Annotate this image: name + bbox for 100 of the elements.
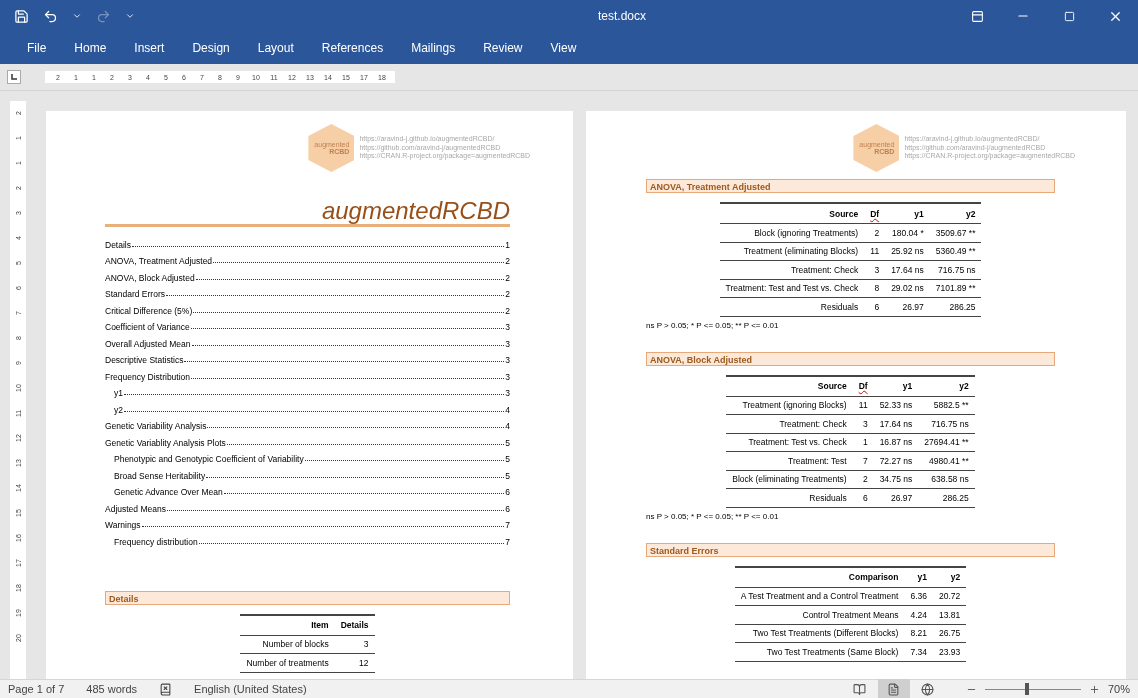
- table-cell: 29.02 ns: [885, 279, 930, 298]
- table-cell: 2: [852, 470, 874, 489]
- table-cell: 8: [864, 279, 886, 298]
- menu-tab[interactable]: File: [16, 37, 58, 59]
- toc-entry[interactable]: Broad Sense Heritability: [114, 470, 206, 481]
- table-cell: Two Test Treatments (Same Block): [734, 642, 905, 661]
- table-cell: 1: [852, 433, 874, 452]
- menu-tab[interactable]: View: [539, 37, 588, 59]
- toc-page-number: 2: [505, 256, 510, 267]
- column-header: y2: [929, 203, 982, 224]
- significance-note: ns P > 0.05; * P <= 0.05; ** P <= 0.01: [646, 511, 780, 521]
- table-cell: 2: [864, 223, 886, 242]
- toc-page-number: 4: [505, 404, 510, 415]
- table-cell: 286.25: [929, 297, 982, 316]
- column-header: Source: [726, 375, 853, 396]
- word-count[interactable]: 485 words: [86, 683, 138, 695]
- table-cell: 11: [852, 396, 874, 415]
- undo-icon[interactable]: [43, 8, 58, 24]
- document-title: augmentedRCBD: [105, 198, 510, 228]
- menu-tab[interactable]: Mailings: [400, 37, 467, 59]
- column-header: y2: [918, 375, 975, 396]
- table-cell: Residuals: [726, 488, 853, 507]
- menu-tab[interactable]: Home: [63, 37, 118, 59]
- table-cell: 638.58 ns: [918, 470, 975, 489]
- menu-tab[interactable]: References: [310, 37, 395, 59]
- table-cell: 17.64 ns: [885, 260, 930, 279]
- table-cell: 27694.41 **: [918, 433, 975, 452]
- table-cell: 5360.49 **: [929, 242, 982, 261]
- column-header: Details: [334, 614, 375, 636]
- toc-entry[interactable]: Frequency distribution: [114, 536, 198, 547]
- table-cell: 34.75 ns: [873, 470, 919, 489]
- zoom-level[interactable]: 70%: [1107, 683, 1130, 695]
- toc-entry[interactable]: y2: [114, 404, 123, 415]
- toc-entry[interactable]: ANOVA, Treatment Adjusted: [105, 256, 213, 267]
- toc-entry[interactable]: y1: [114, 388, 123, 399]
- significance-note: ns P > 0.05; * P <= 0.05; ** P <= 0.01: [646, 320, 780, 330]
- toc-entry[interactable]: Genetic Variability Analysis: [105, 421, 207, 432]
- tab-stop-icon[interactable]: [7, 70, 21, 84]
- column-header: y1: [873, 375, 919, 396]
- table-cell: 3509.67 **: [929, 223, 982, 242]
- toc-entry[interactable]: Genetic Advance Over Mean: [114, 487, 223, 498]
- table-cell: 6: [864, 297, 886, 316]
- toc-entry[interactable]: Details: [105, 239, 131, 250]
- table-cell: 3: [334, 635, 375, 654]
- proofing-icon[interactable]: [159, 682, 173, 696]
- print-layout-icon[interactable]: [877, 679, 910, 698]
- toc-page-number: 3: [505, 371, 510, 382]
- customize-icon[interactable]: [125, 11, 135, 21]
- menu-tab[interactable]: Design: [181, 37, 241, 59]
- table-cell: Treatment: Check: [719, 260, 865, 279]
- table-cell: 8.21: [904, 624, 933, 643]
- zoom-in-icon[interactable]: [1088, 683, 1100, 695]
- table-cell: 6.36: [904, 587, 933, 606]
- column-header: y1: [904, 566, 933, 587]
- toc-entry[interactable]: Phenotypic and Genotypic Coefficient of Variability: [114, 454, 304, 465]
- menu-tab[interactable]: Layout: [246, 37, 305, 59]
- table-cell: 716.75 ns: [929, 260, 982, 279]
- toc-entry[interactable]: Warnings: [105, 520, 141, 531]
- menu-tab[interactable]: Insert: [123, 37, 176, 59]
- table-cell: Two Test Treatments (Different Blocks): [734, 624, 905, 643]
- table-cell: 7.34: [904, 642, 933, 661]
- toc-page-number: 6: [505, 487, 510, 498]
- toc-entry[interactable]: Descriptive Statistics: [105, 355, 184, 366]
- column-header: Df: [852, 375, 874, 396]
- section-heading: ANOVA, Treatment Adjusted: [646, 179, 1055, 193]
- menu-tab[interactable]: Review: [472, 37, 534, 59]
- caret-icon[interactable]: [72, 11, 82, 21]
- zoom-slider-thumb[interactable]: [1025, 683, 1030, 695]
- toc-entry[interactable]: Standard Errors: [105, 289, 165, 300]
- column-header: y2: [932, 566, 967, 587]
- table-cell: Control Treatment Means: [734, 605, 905, 624]
- toc-entry[interactable]: Genetic Variablity Analysis Plots: [105, 437, 226, 448]
- toc-entry[interactable]: Coefficient of Variance: [105, 322, 190, 333]
- table-cell: 7101.89 **: [929, 279, 982, 298]
- table-cell: 25.92 ns: [885, 242, 930, 261]
- section-heading: ANOVA, Block Adjusted: [646, 351, 1055, 366]
- table-cell: Number of treatments: [240, 653, 335, 673]
- column-header: y1: [885, 203, 930, 224]
- table-cell: 13.81: [932, 605, 967, 624]
- toc-entry[interactable]: ANOVA, Block Adjusted: [105, 272, 195, 283]
- save-icon[interactable]: [14, 8, 29, 24]
- toc-entry[interactable]: Frequency Distribution: [105, 371, 191, 382]
- toc-page-number: 3: [505, 338, 510, 349]
- table-cell: 17.64 ns: [873, 414, 919, 433]
- table-cell: 6: [852, 488, 874, 507]
- language-indicator[interactable]: English (United States): [194, 683, 307, 695]
- table-cell: Treatment: Test vs. Check: [726, 433, 853, 452]
- toc-entry[interactable]: Adjusted Means: [105, 503, 166, 514]
- page-count[interactable]: Page 1 of 7: [8, 683, 65, 695]
- toc-page-number: 7: [505, 520, 510, 531]
- table-cell: 5882.5 **: [918, 396, 975, 415]
- toc-page-number: 5: [505, 470, 510, 481]
- table-cell: Number of blocks: [240, 635, 335, 654]
- column-header: Source: [719, 203, 865, 224]
- table-cell: 26.97: [873, 488, 919, 507]
- toc-entry[interactable]: Overall Adjusted Mean: [105, 338, 191, 349]
- toc-page-number: 4: [505, 421, 510, 432]
- window-title: test.docx: [597, 9, 648, 23]
- table-cell: 12: [334, 653, 375, 673]
- toc-entry[interactable]: Critical Difference (5%): [105, 305, 193, 316]
